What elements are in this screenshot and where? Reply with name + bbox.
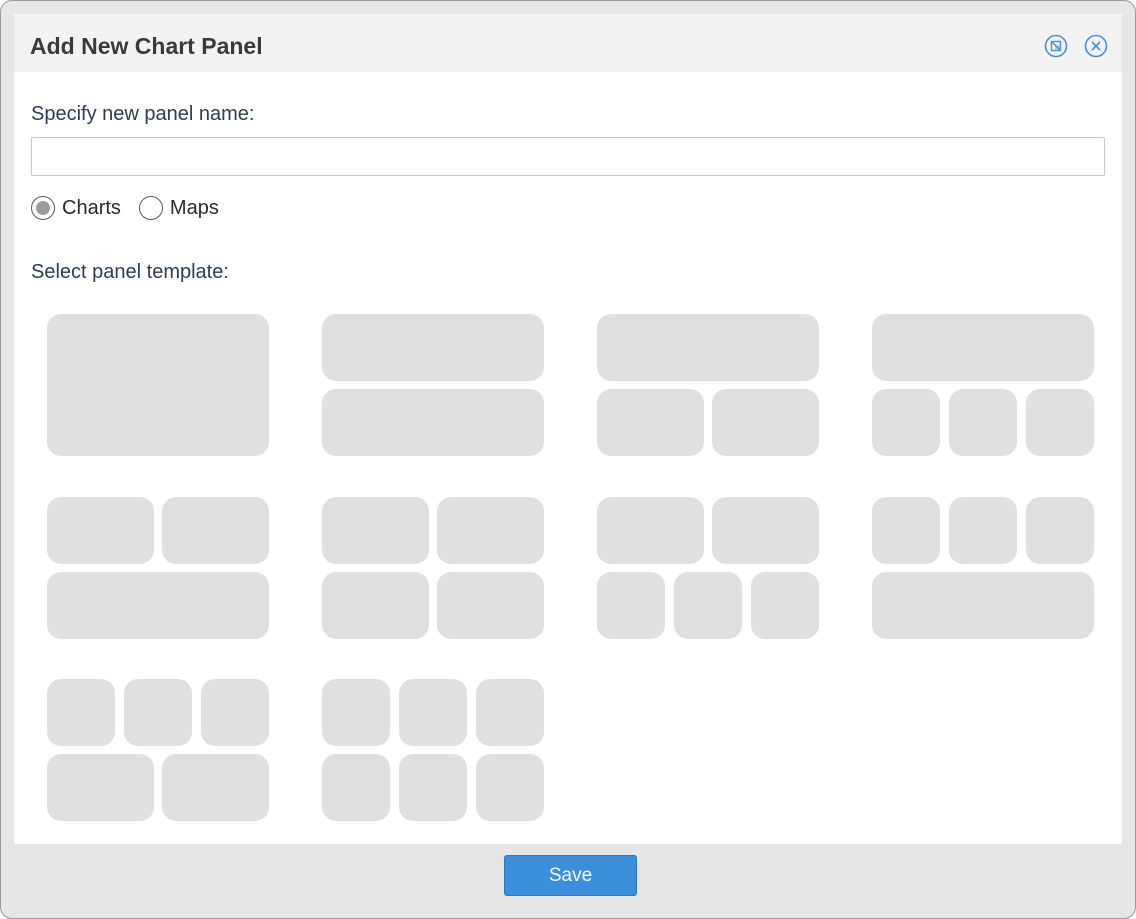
template-block [476,754,544,821]
template-block [322,679,390,746]
dialog-footer: Save [14,844,1122,906]
template-block [597,389,704,456]
dock-icon [1044,34,1068,58]
template-block [322,572,429,639]
panel-name-input[interactable] [31,137,1105,176]
add-chart-panel-dialog: Add New Chart Panel Specify new panel na… [0,0,1136,919]
radio-maps[interactable]: Maps [138,196,219,220]
template-block [597,314,819,381]
panel-type-radio-group: Charts Maps [31,196,237,220]
template-three-by-two[interactable] [322,679,544,821]
template-two-top-one-bottom[interactable] [47,497,269,639]
template-block [1026,497,1094,564]
template-label: Select panel template: [31,261,229,283]
template-block [437,497,544,564]
template-block [674,572,742,639]
dialog-title: Add New Chart Panel [30,33,263,59]
template-block [712,389,819,456]
template-block [47,497,154,564]
template-block [47,754,154,821]
template-block [437,572,544,639]
template-block [872,497,940,564]
template-block [322,389,544,456]
template-block [201,679,269,746]
template-two-by-two[interactable] [322,497,544,639]
template-block [124,679,192,746]
dock-button[interactable] [1044,34,1068,58]
template-block [872,389,940,456]
template-block [949,497,1017,564]
radio-maps-circle[interactable] [138,196,163,220]
radio-charts-circle[interactable] [31,196,55,220]
template-two-rows[interactable] [322,314,544,456]
template-block [712,497,819,564]
radio-charts[interactable]: Charts [31,196,121,220]
template-block [47,572,269,639]
radio-charts-label: Charts [62,197,121,219]
save-button[interactable]: Save [504,855,637,896]
template-block [47,679,115,746]
template-block [162,497,269,564]
dialog-header: Add New Chart Panel [14,14,1122,72]
close-button[interactable] [1084,34,1108,58]
template-block [476,679,544,746]
template-one-full[interactable] [47,314,269,456]
radio-maps-label: Maps [169,197,219,219]
template-block [1026,389,1094,456]
panel-name-label: Specify new panel name: [31,103,255,125]
template-block [322,754,390,821]
template-block [47,314,269,456]
template-block [162,754,269,821]
template-block [872,572,1094,639]
template-two-top-three-bottom[interactable] [597,497,819,639]
template-block [597,572,665,639]
template-block [949,389,1017,456]
template-block [322,314,544,381]
template-block [597,497,704,564]
template-one-top-two-bottom[interactable] [597,314,819,456]
template-three-top-one-bottom[interactable] [872,497,1094,639]
template-one-top-three-bottom[interactable] [872,314,1094,456]
template-block [399,754,467,821]
template-block [751,572,819,639]
close-icon [1084,34,1108,58]
template-block [322,497,429,564]
template-block [872,314,1094,381]
radio-selected-dot [36,201,50,215]
template-block [399,679,467,746]
dialog-body: Specify new panel name: Charts Maps Sele… [14,72,1122,844]
template-three-top-two-bottom[interactable] [47,679,269,821]
